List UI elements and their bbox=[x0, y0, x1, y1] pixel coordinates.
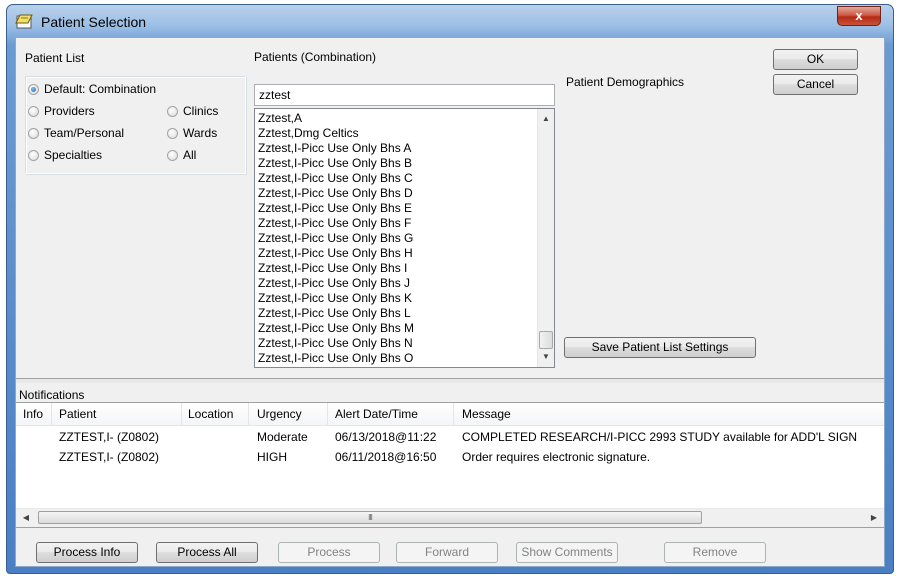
grid-header: Info Patient Location Urgency Alert Date… bbox=[16, 403, 884, 426]
patient-list-item[interactable]: Zztest,I-Picc Use Only Bhs M bbox=[258, 321, 414, 336]
col-header-patient[interactable]: Patient bbox=[59, 407, 96, 421]
patient-list-item[interactable]: Zztest,I-Picc Use Only Bhs N bbox=[258, 336, 414, 351]
close-icon: x bbox=[855, 8, 863, 23]
notepad-icon bbox=[15, 14, 33, 29]
notification-row[interactable]: ZZTEST,I- (Z0802) Moderate 06/13/2018@11… bbox=[16, 428, 884, 448]
patient-list-item[interactable]: Zztest,I-Picc Use Only Bhs L bbox=[258, 306, 414, 321]
patient-list-scrollbar[interactable]: ▲ ▼ bbox=[537, 109, 554, 367]
notifications-hscrollbar[interactable]: ◀ III ▶ bbox=[16, 508, 884, 527]
scroll-right-icon[interactable]: ▶ bbox=[866, 509, 882, 526]
title-bar[interactable]: Patient Selection x bbox=[7, 5, 893, 37]
cell-urgency: Moderate bbox=[257, 430, 308, 444]
col-header-urgency[interactable]: Urgency bbox=[257, 407, 302, 421]
cell-patient: ZZTEST,I- (Z0802) bbox=[59, 450, 160, 464]
ok-button[interactable]: OK bbox=[773, 49, 858, 70]
radio-label: Default: Combination bbox=[44, 82, 157, 96]
col-header-message[interactable]: Message bbox=[462, 407, 511, 421]
patient-list-item[interactable]: Zztest,I-Picc Use Only Bhs D bbox=[258, 186, 414, 201]
cell-patient: ZZTEST,I- (Z0802) bbox=[59, 430, 160, 444]
radio-icon bbox=[28, 127, 39, 139]
radio-label: Team/Personal bbox=[44, 126, 125, 140]
patient-list-item[interactable]: Zztest,I-Picc Use Only Bhs B bbox=[258, 156, 414, 171]
cancel-button[interactable]: Cancel bbox=[773, 74, 858, 95]
radio-label: Clinics bbox=[183, 104, 219, 118]
radio-label: All bbox=[183, 148, 197, 162]
patient-list-item[interactable]: Zztest,I-Picc Use Only Bhs O bbox=[258, 351, 414, 366]
dialog-client-area: Patient List Default: Combination Provid… bbox=[15, 37, 885, 567]
radio-icon bbox=[28, 105, 39, 117]
patient-list-item[interactable]: Zztest,I-Picc Use Only Bhs E bbox=[258, 201, 414, 216]
scroll-down-icon[interactable]: ▼ bbox=[538, 349, 554, 365]
close-button[interactable]: x bbox=[837, 6, 881, 26]
scroll-left-icon[interactable]: ◀ bbox=[18, 509, 34, 526]
radio-selected-icon bbox=[28, 83, 39, 95]
notifications-grid[interactable]: Info Patient Location Urgency Alert Date… bbox=[16, 402, 884, 528]
save-patient-list-settings-button[interactable]: Save Patient List Settings bbox=[564, 337, 756, 358]
patient-list-item[interactable]: Zztest,I-Picc Use Only Bhs F bbox=[258, 216, 414, 231]
col-divider[interactable] bbox=[181, 403, 182, 425]
patient-list-item[interactable]: Zztest,I-Picc Use Only Bhs K bbox=[258, 291, 414, 306]
remove-button[interactable]: Remove bbox=[664, 542, 766, 563]
cell-message: Order requires electronic signature. bbox=[462, 450, 651, 464]
notifications-label: Notifications bbox=[19, 388, 85, 402]
radio-all[interactable]: All bbox=[167, 148, 196, 162]
patient-demographics-label: Patient Demographics bbox=[566, 75, 685, 89]
forward-button[interactable]: Forward bbox=[396, 542, 498, 563]
radio-clinics[interactable]: Clinics bbox=[167, 104, 218, 118]
scroll-up-icon[interactable]: ▲ bbox=[538, 111, 554, 127]
radio-team-personal[interactable]: Team/Personal bbox=[28, 126, 124, 140]
col-divider[interactable] bbox=[51, 403, 52, 425]
col-header-alert-datetime[interactable]: Alert Date/Time bbox=[335, 407, 418, 421]
patient-list-item[interactable]: Zztest,I-Picc Use Only Bhs J bbox=[258, 276, 414, 291]
process-all-button[interactable]: Process All bbox=[156, 542, 258, 563]
radio-label: Wards bbox=[183, 126, 218, 140]
scroll-thumb[interactable] bbox=[539, 331, 553, 349]
radio-providers[interactable]: Providers bbox=[28, 104, 95, 118]
hscroll-thumb[interactable]: III bbox=[38, 511, 702, 524]
patient-list-item[interactable]: Zztest,A bbox=[258, 111, 414, 126]
radio-icon bbox=[28, 149, 39, 161]
col-divider[interactable] bbox=[248, 403, 249, 425]
patient-list-item[interactable]: Zztest,I-Picc Use Only Bhs A bbox=[258, 141, 414, 156]
patient-list-item[interactable]: Zztest,Dmg Celtics bbox=[258, 126, 414, 141]
patients-label: Patients (Combination) bbox=[254, 50, 377, 64]
patient-list-item[interactable]: Zztest,I-Picc Use Only Bhs G bbox=[258, 231, 414, 246]
cell-alert-datetime: 06/13/2018@11:22 bbox=[335, 430, 437, 444]
radio-default-combination[interactable]: Default: Combination bbox=[28, 82, 156, 96]
cell-message: COMPLETED RESEARCH/I-PICC 2993 STUDY ava… bbox=[462, 430, 858, 444]
col-divider[interactable] bbox=[453, 403, 454, 425]
patient-search-input[interactable]: zztest bbox=[254, 84, 555, 106]
cell-alert-datetime: 06/11/2018@16:50 bbox=[335, 450, 437, 464]
radio-icon bbox=[167, 127, 178, 139]
patient-list-label: Patient List bbox=[25, 51, 85, 65]
col-header-location[interactable]: Location bbox=[188, 407, 233, 421]
patient-listbox[interactable]: Zztest,A Zztest,Dmg Celtics Zztest,I-Picc … bbox=[254, 108, 555, 368]
patient-list-item[interactable]: Zztest,I-Picc Use Only Bhs H bbox=[258, 246, 414, 261]
col-header-info[interactable]: Info bbox=[23, 407, 43, 421]
notification-row[interactable]: ZZTEST,I- (Z0802) HIGH 06/11/2018@16:50 … bbox=[16, 448, 884, 468]
radio-icon bbox=[167, 105, 178, 117]
grip-icon: III bbox=[368, 513, 373, 522]
show-comments-button[interactable]: Show Comments bbox=[516, 542, 618, 563]
patient-list-item[interactable]: Zztest,I-Picc Use Only Bhs C bbox=[258, 171, 414, 186]
patient-list-item[interactable]: Zztest,I-Picc Use Only Bhs I bbox=[258, 261, 414, 276]
radio-icon bbox=[167, 149, 178, 161]
radio-label: Specialties bbox=[44, 148, 103, 162]
panel-splitter[interactable] bbox=[16, 378, 884, 383]
radio-specialties[interactable]: Specialties bbox=[28, 148, 102, 162]
patient-items: Zztest,A Zztest,Dmg Celtics Zztest,I-Picc … bbox=[258, 111, 414, 366]
window-title: Patient Selection bbox=[41, 14, 147, 30]
patient-selection-window: Patient Selection x Patient List Default… bbox=[6, 4, 894, 574]
radio-label: Providers bbox=[44, 104, 95, 118]
process-info-button[interactable]: Process Info bbox=[36, 542, 138, 563]
process-button[interactable]: Process bbox=[278, 542, 380, 563]
cell-urgency: HIGH bbox=[257, 450, 287, 464]
col-divider[interactable] bbox=[327, 403, 328, 425]
radio-wards[interactable]: Wards bbox=[167, 126, 217, 140]
